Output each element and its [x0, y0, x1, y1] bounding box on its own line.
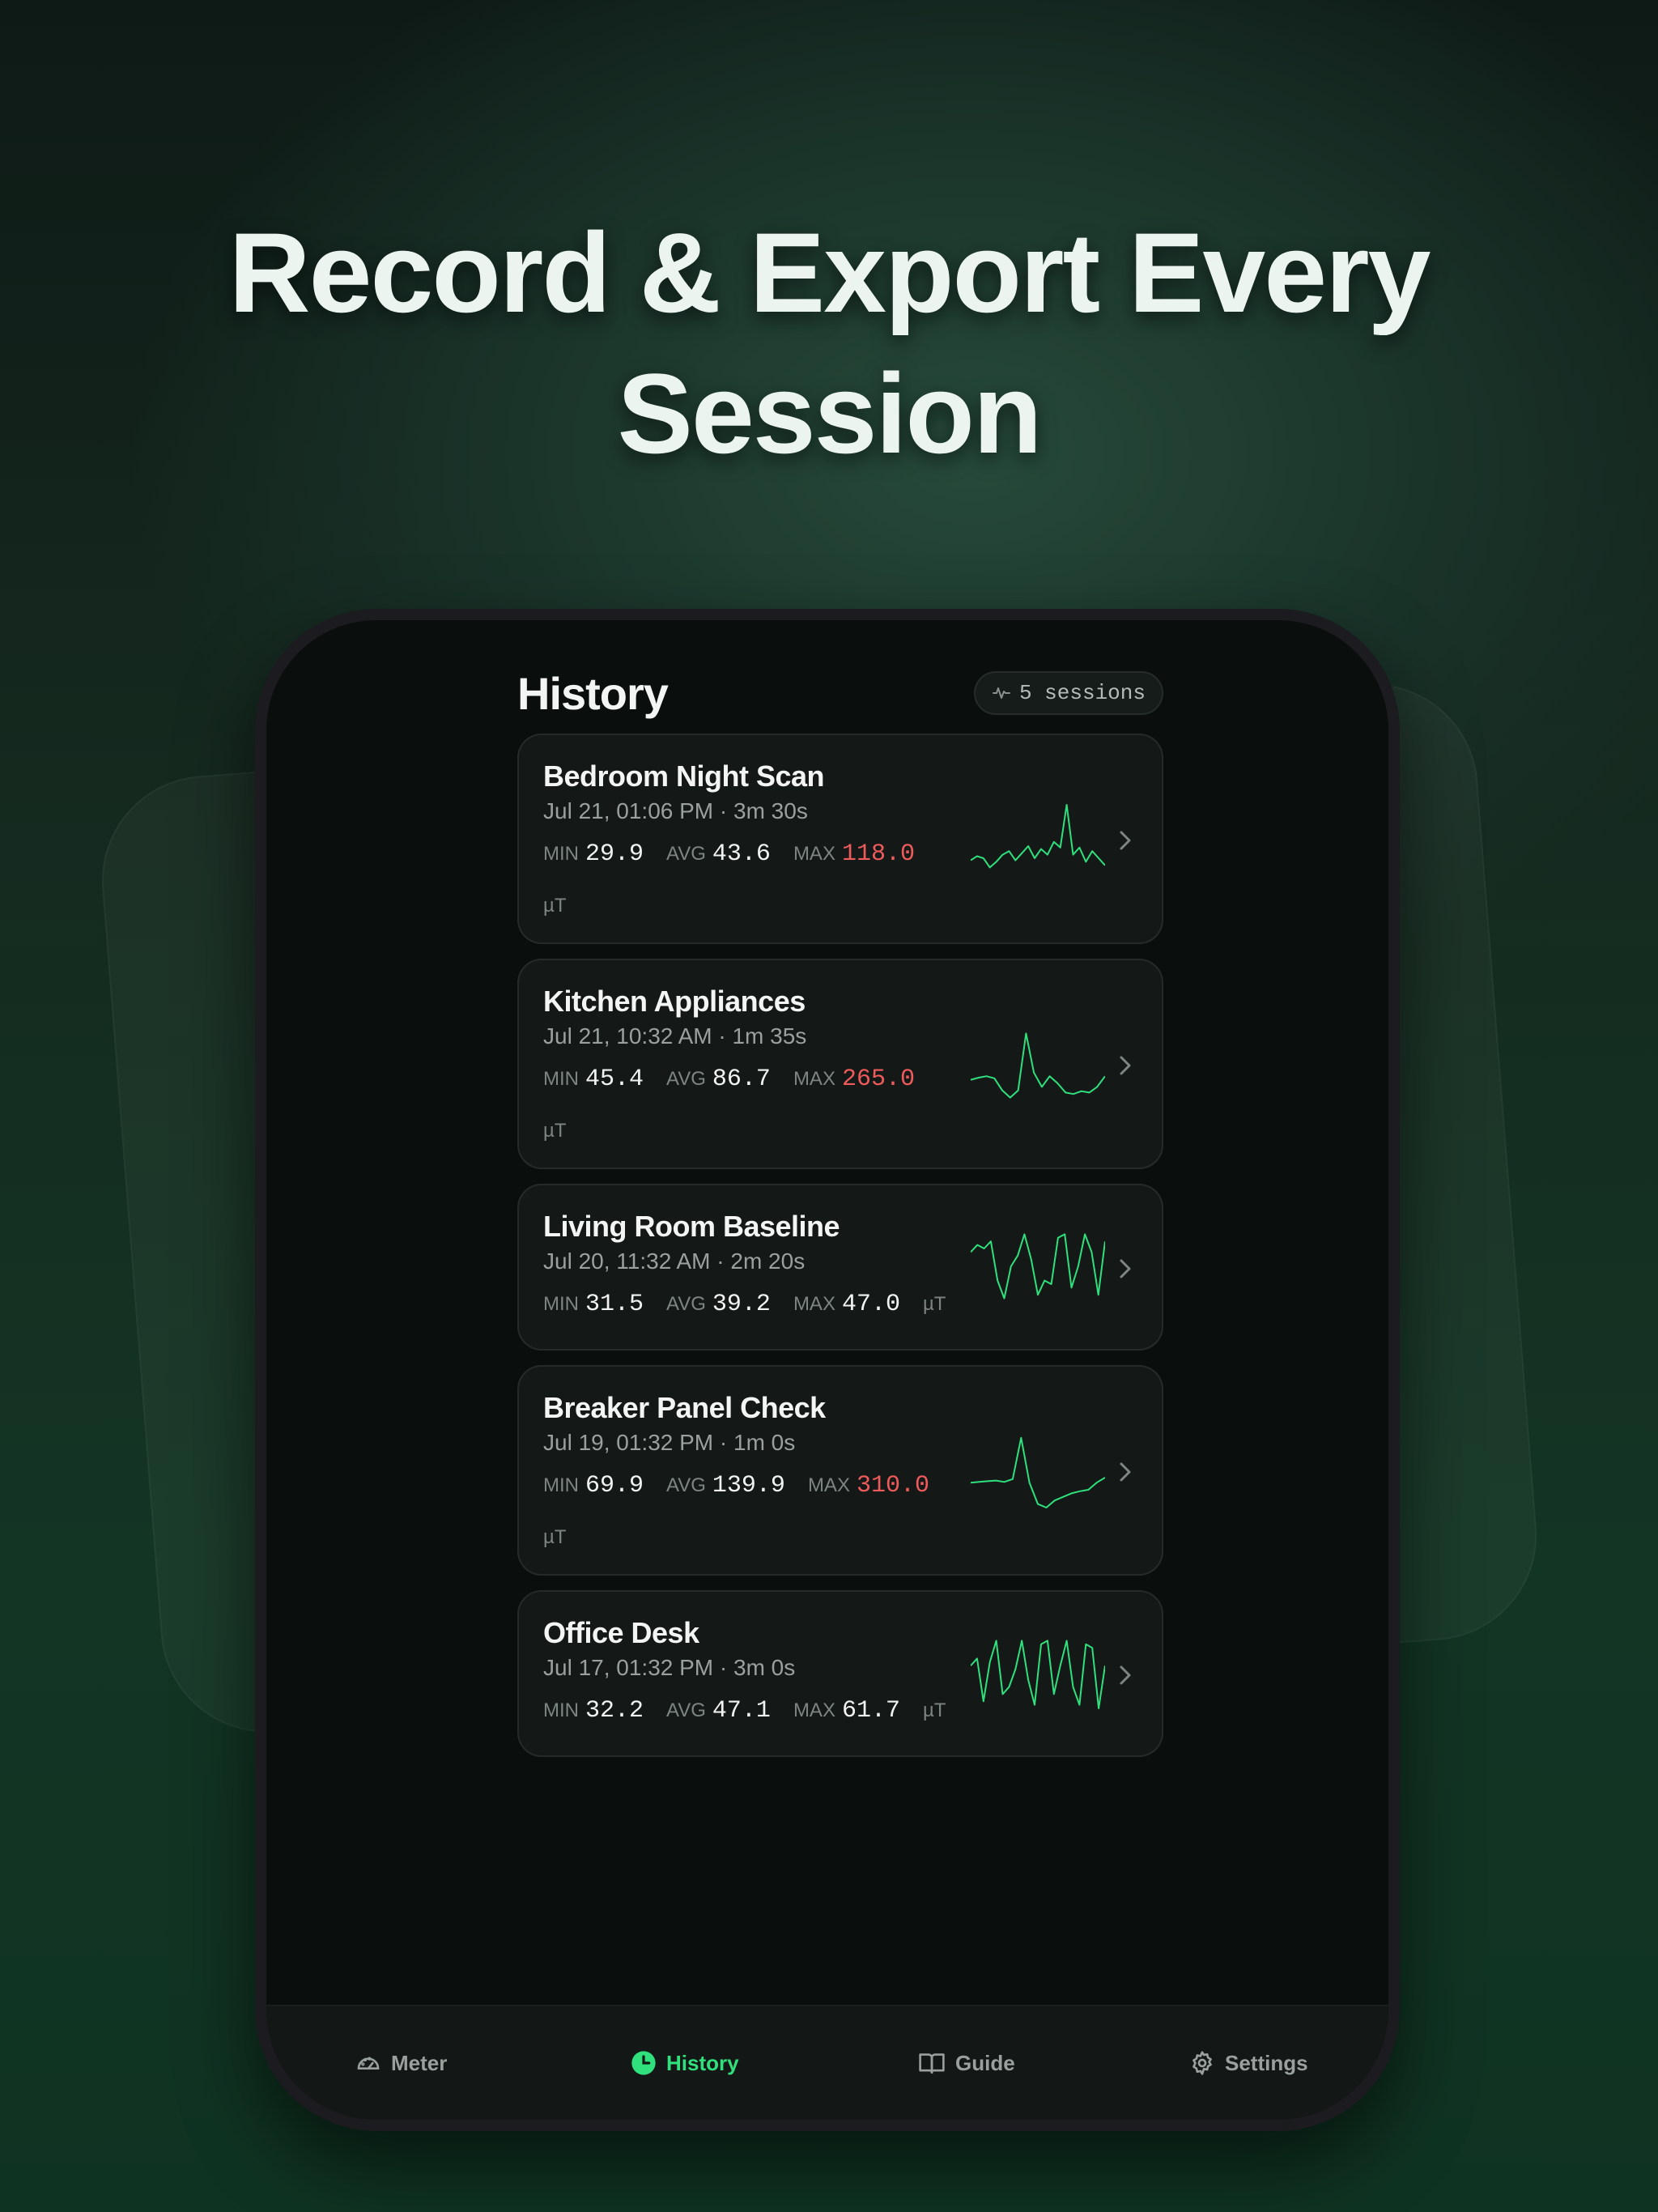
- history-header: History 5 sessions: [517, 668, 1163, 719]
- unit-label: µT: [922, 1699, 946, 1721]
- max-value: 310.0: [856, 1472, 929, 1499]
- headline-line-2: Session: [617, 350, 1043, 477]
- min-label: MIN: [543, 843, 579, 865]
- tab-settings-label: Settings: [1225, 2050, 1308, 2075]
- session-meta: Jul 21, 10:32 AM · 1m 35s: [543, 1023, 807, 1049]
- max-label: MAX: [793, 1699, 835, 1721]
- session-card[interactable]: Kitchen Appliances Jul 21, 10:32 AM · 1m…: [517, 959, 1163, 1169]
- avg-value: 39.2: [712, 1291, 771, 1318]
- min-value: 69.9: [585, 1472, 644, 1499]
- tablet-frame: History 5 sessions Bedroom Night Scan Ju…: [255, 609, 1400, 2131]
- tab-settings[interactable]: Settings: [1189, 2050, 1308, 2076]
- min-value: 45.4: [585, 1066, 644, 1093]
- session-meta: Jul 21, 01:06 PM · 3m 30s: [543, 798, 808, 823]
- tab-history-label: History: [666, 2050, 739, 2075]
- avg-label: AVG: [666, 1474, 706, 1496]
- page-title: History: [517, 667, 669, 719]
- min-value: 31.5: [585, 1291, 644, 1318]
- sparkline-chart: [971, 804, 1105, 869]
- session-card[interactable]: Breaker Panel Check Jul 19, 01:32 PM · 1…: [517, 1365, 1163, 1576]
- sparkline-chart: [971, 1233, 1105, 1300]
- session-card[interactable]: Living Room Baseline Jul 20, 11:32 AM · …: [517, 1184, 1163, 1351]
- avg-label: AVG: [666, 1293, 706, 1315]
- session-card[interactable]: Bedroom Night Scan Jul 21, 01:06 PM · 3m…: [517, 734, 1163, 944]
- min-value: 32.2: [585, 1697, 644, 1725]
- session-stats: MIN 32.2 AVG 47.1 MAX 61.7 µT: [543, 1697, 946, 1725]
- sessions-count-badge: 5 sessions: [973, 671, 1163, 715]
- bottom-tab-bar: Meter History Guide Settings: [266, 2005, 1388, 2120]
- max-value: 61.7: [841, 1697, 900, 1725]
- waveform-icon: [992, 687, 1010, 699]
- session-card[interactable]: Office Desk Jul 17, 01:32 PM · 3m 0s MIN…: [517, 1590, 1163, 1757]
- sparkline-chart: [971, 1032, 1105, 1099]
- session-meta: Jul 20, 11:32 AM · 2m 20s: [543, 1249, 806, 1274]
- gear-icon: [1192, 2051, 1212, 2075]
- marketing-headline: Record & Export Every Session: [0, 202, 1658, 484]
- chevron-right-icon[interactable]: [1116, 828, 1134, 853]
- avg-value: 86.7: [712, 1066, 771, 1093]
- unit-label: µT: [543, 895, 567, 917]
- session-stats: MIN 69.9 AVG 139.9 MAX 310.0: [543, 1472, 952, 1499]
- avg-value: 43.6: [712, 840, 771, 868]
- avg-label: AVG: [666, 1699, 706, 1721]
- max-label: MAX: [807, 1474, 850, 1496]
- tab-meter[interactable]: Meter: [355, 2050, 447, 2076]
- session-name: Kitchen Appliances: [543, 985, 806, 1018]
- chevron-right-icon[interactable]: [1116, 1257, 1134, 1281]
- sparkline-chart: [971, 1640, 1105, 1709]
- max-value: 265.0: [841, 1066, 915, 1093]
- min-label: MIN: [543, 1699, 579, 1721]
- chevron-right-icon[interactable]: [1116, 1460, 1134, 1484]
- session-meta: Jul 17, 01:32 PM · 3m 0s: [543, 1655, 796, 1680]
- avg-value: 47.1: [712, 1697, 771, 1725]
- max-value: 47.0: [841, 1291, 900, 1318]
- avg-label: AVG: [666, 843, 706, 865]
- session-name: Breaker Panel Check: [543, 1391, 826, 1424]
- headline-line-1: Record & Export Every: [228, 209, 1431, 336]
- session-stats: MIN 29.9 AVG 43.6 MAX 118.0: [543, 840, 937, 868]
- unit-label: µT: [543, 1120, 567, 1142]
- min-label: MIN: [543, 1293, 579, 1315]
- max-label: MAX: [793, 843, 835, 865]
- clock-icon: [631, 2051, 656, 2075]
- tab-guide-label: Guide: [955, 2050, 1015, 2075]
- unit-label: µT: [922, 1293, 946, 1315]
- max-label: MAX: [793, 1068, 835, 1090]
- speedometer-icon: [357, 2057, 380, 2069]
- min-value: 29.9: [585, 840, 644, 868]
- session-stats: MIN 31.5 AVG 39.2 MAX 47.0 µT: [543, 1291, 946, 1318]
- session-stats: MIN 45.4 AVG 86.7 MAX 265.0: [543, 1066, 937, 1093]
- session-name: Office Desk: [543, 1616, 699, 1649]
- unit-label: µT: [543, 1526, 567, 1548]
- history-content: History 5 sessions Bedroom Night Scan Ju…: [517, 668, 1163, 1772]
- chevron-right-icon[interactable]: [1116, 1663, 1134, 1687]
- chevron-right-icon[interactable]: [1116, 1053, 1134, 1078]
- max-label: MAX: [793, 1293, 835, 1315]
- tab-history[interactable]: History: [631, 2050, 739, 2076]
- sparkline-chart: [971, 1436, 1105, 1508]
- session-meta: Jul 19, 01:32 PM · 1m 0s: [543, 1430, 796, 1455]
- max-value: 118.0: [841, 840, 915, 868]
- min-label: MIN: [543, 1474, 579, 1496]
- session-name: Living Room Baseline: [543, 1210, 840, 1243]
- session-name: Bedroom Night Scan: [543, 759, 825, 793]
- min-label: MIN: [543, 1068, 579, 1090]
- avg-value: 139.9: [712, 1472, 785, 1499]
- tab-guide[interactable]: Guide: [918, 2050, 1015, 2076]
- book-icon: [919, 2053, 945, 2074]
- avg-label: AVG: [666, 1068, 706, 1090]
- sessions-count-label: 5 sessions: [1018, 681, 1146, 705]
- app-screen: History 5 sessions Bedroom Night Scan Ju…: [266, 620, 1388, 2120]
- tab-meter-label: Meter: [391, 2050, 448, 2075]
